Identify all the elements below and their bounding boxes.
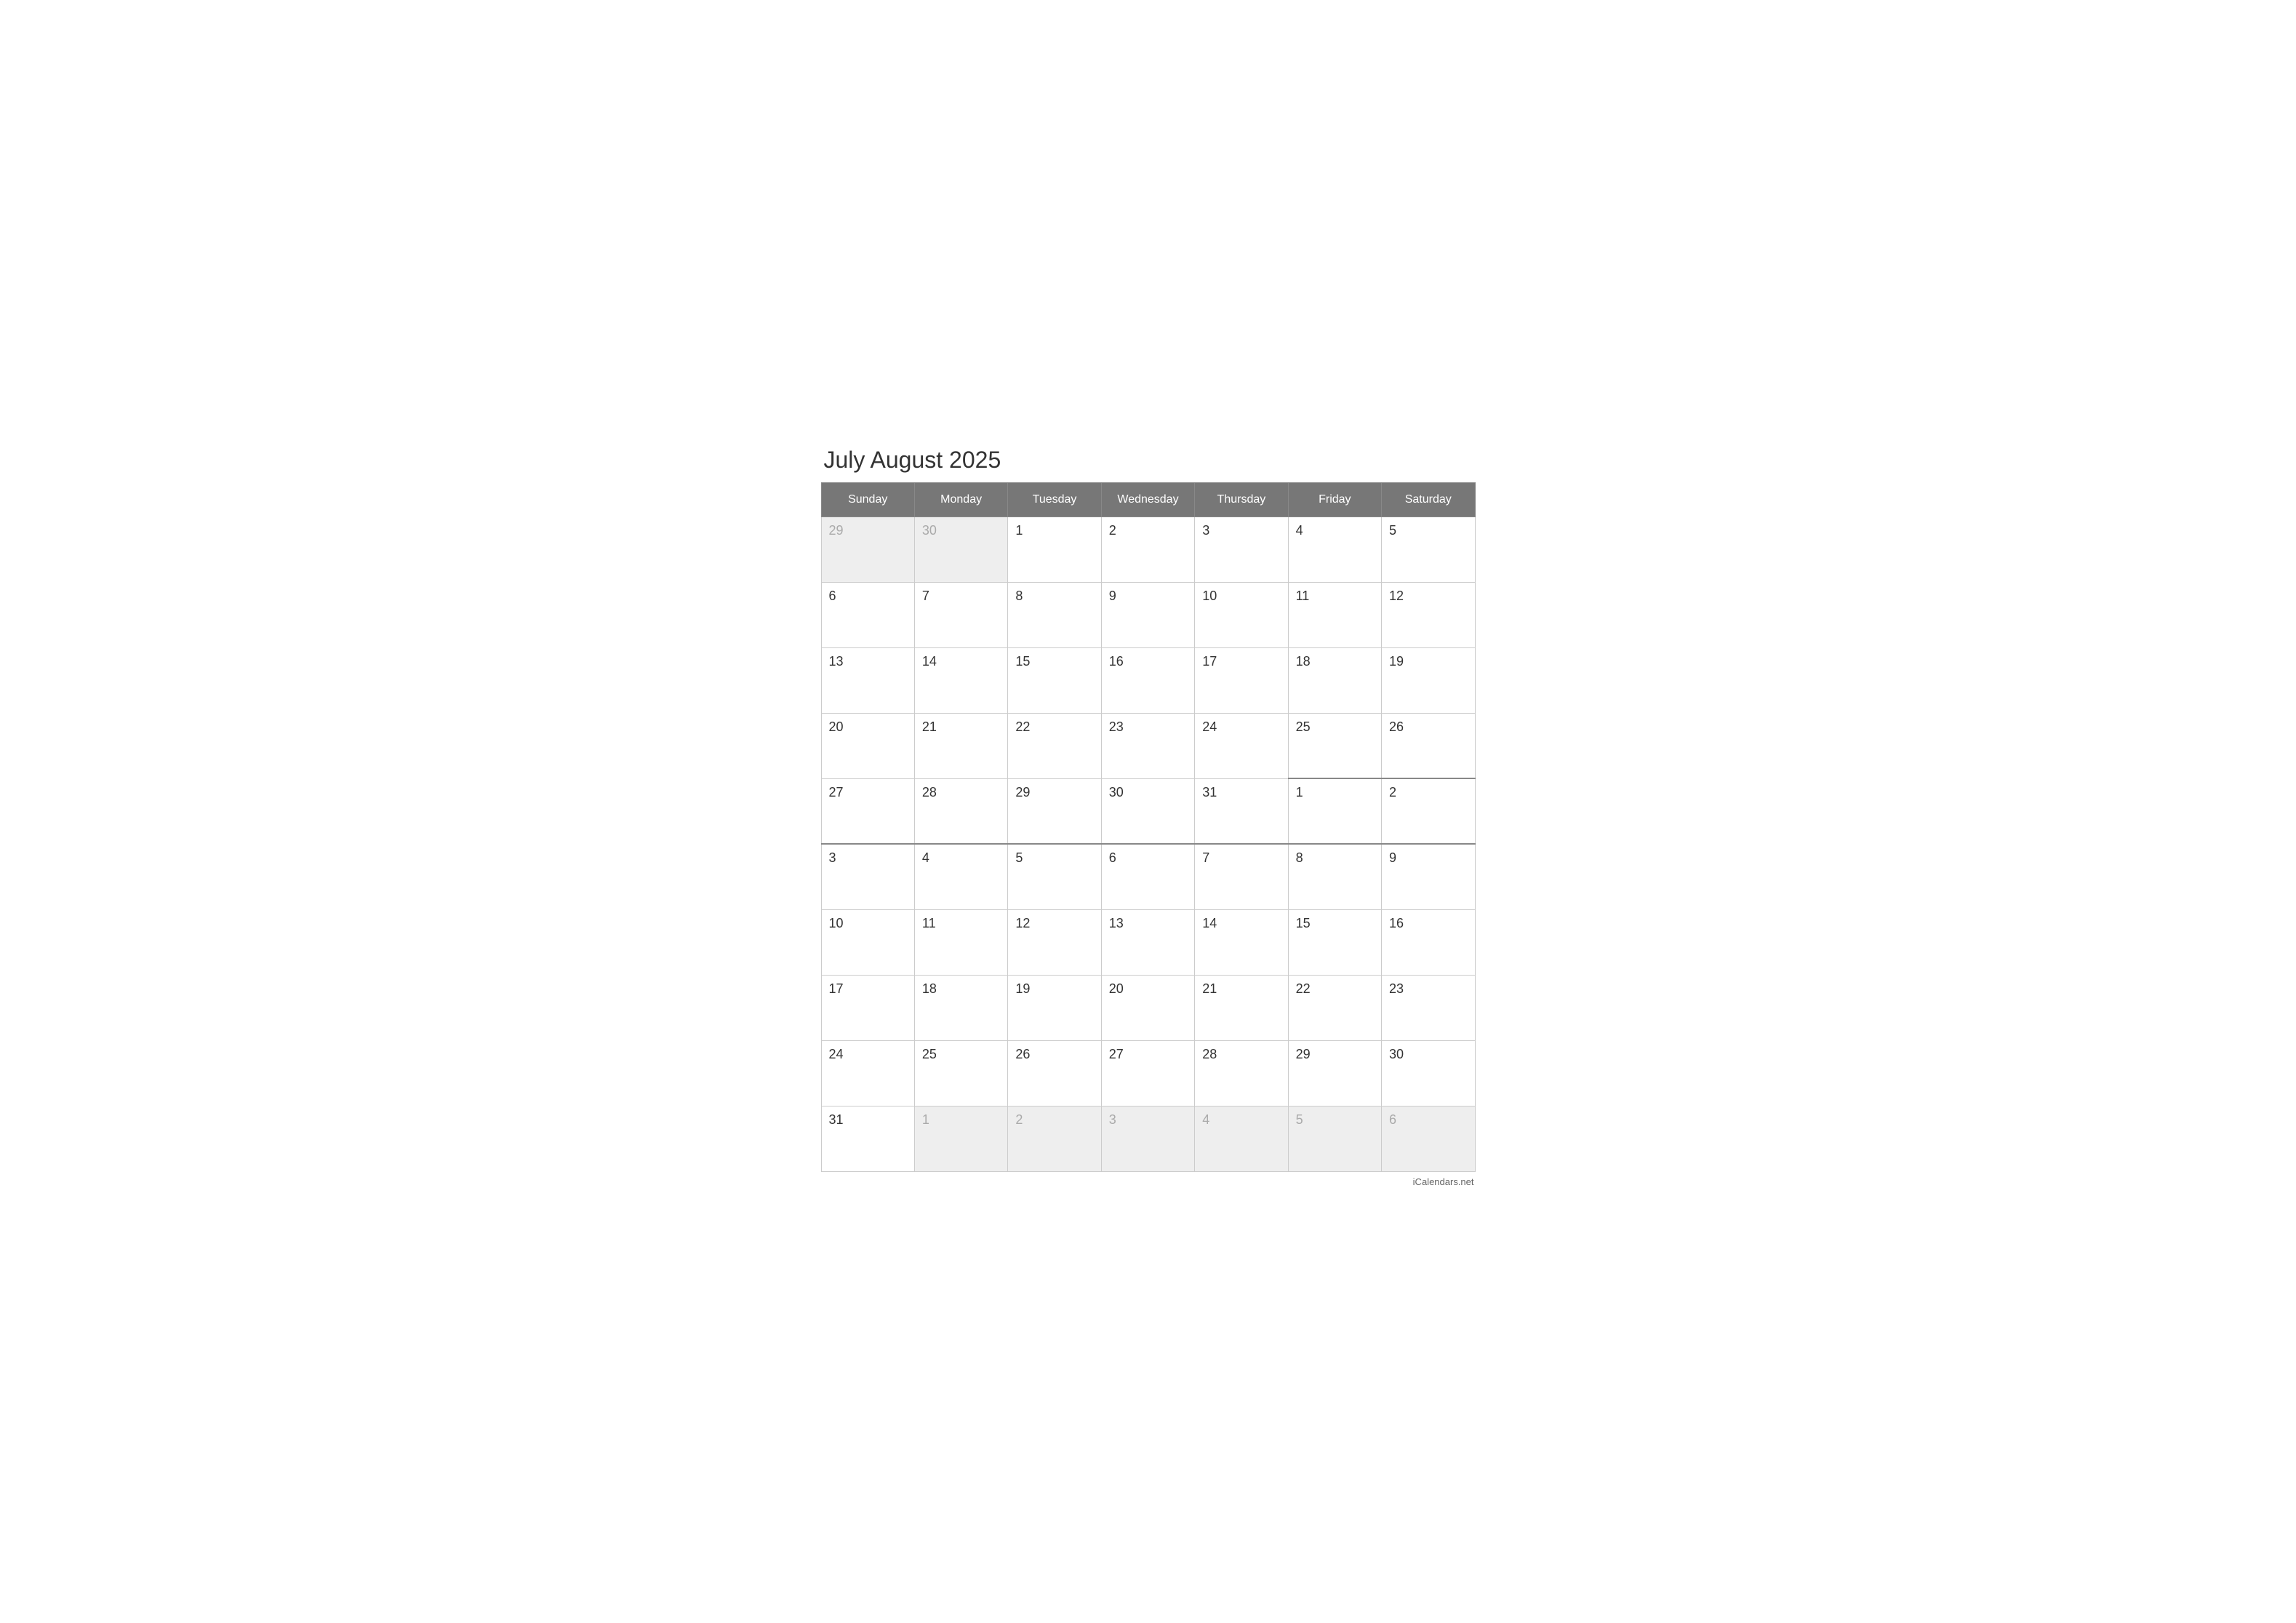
calendar-cell: 31 — [821, 1106, 914, 1171]
week-row: 24252627282930 — [821, 1040, 1475, 1106]
calendar-cell: 6 — [821, 582, 914, 647]
calendar-cell: 11 — [914, 909, 1007, 975]
header-row: SundayMondayTuesdayWednesdayThursdayFrid… — [821, 482, 1475, 517]
calendar-cell: 11 — [1288, 582, 1381, 647]
calendar-cell: 6 — [1382, 1106, 1475, 1171]
calendar-cell: 17 — [1195, 647, 1288, 713]
column-header-tuesday: Tuesday — [1008, 482, 1101, 517]
calendar-title: July August 2025 — [821, 435, 1476, 482]
calendar-container: July August 2025 SundayMondayTuesdayWedn… — [821, 435, 1476, 1189]
calendar-cell: 17 — [821, 975, 914, 1040]
calendar-cell: 24 — [821, 1040, 914, 1106]
calendar-cell: 12 — [1382, 582, 1475, 647]
calendar-cell: 16 — [1101, 647, 1194, 713]
calendar-cell: 19 — [1382, 647, 1475, 713]
calendar-cell: 30 — [1382, 1040, 1475, 1106]
calendar-table: SundayMondayTuesdayWednesdayThursdayFrid… — [821, 482, 1476, 1172]
calendar-cell: 15 — [1288, 909, 1381, 975]
calendar-cell: 25 — [914, 1040, 1007, 1106]
column-header-thursday: Thursday — [1195, 482, 1288, 517]
calendar-cell: 27 — [1101, 1040, 1194, 1106]
calendar-cell: 3 — [1195, 517, 1288, 582]
calendar-cell: 2 — [1008, 1106, 1101, 1171]
week-row: 3456789 — [821, 844, 1475, 909]
calendar-cell: 5 — [1382, 517, 1475, 582]
calendar-cell: 8 — [1288, 844, 1381, 909]
week-row: 31123456 — [821, 1106, 1475, 1171]
column-header-friday: Friday — [1288, 482, 1381, 517]
calendar-cell: 28 — [914, 778, 1007, 844]
calendar-body: 2930123456789101112131415161718192021222… — [821, 517, 1475, 1171]
calendar-cell: 13 — [821, 647, 914, 713]
calendar-cell: 10 — [821, 909, 914, 975]
calendar-cell: 4 — [914, 844, 1007, 909]
calendar-cell: 30 — [1101, 778, 1194, 844]
calendar-cell: 21 — [914, 713, 1007, 778]
calendar-cell: 18 — [914, 975, 1007, 1040]
column-header-wednesday: Wednesday — [1101, 482, 1194, 517]
calendar-cell: 5 — [1008, 844, 1101, 909]
calendar-cell: 15 — [1008, 647, 1101, 713]
calendar-cell: 14 — [914, 647, 1007, 713]
calendar-cell: 26 — [1008, 1040, 1101, 1106]
calendar-cell: 21 — [1195, 975, 1288, 1040]
calendar-cell: 29 — [1288, 1040, 1381, 1106]
calendar-cell: 31 — [1195, 778, 1288, 844]
calendar-cell: 20 — [821, 713, 914, 778]
week-row: 20212223242526 — [821, 713, 1475, 778]
calendar-cell: 23 — [1382, 975, 1475, 1040]
calendar-cell: 1 — [914, 1106, 1007, 1171]
calendar-cell: 26 — [1382, 713, 1475, 778]
calendar-cell: 16 — [1382, 909, 1475, 975]
week-row: 13141516171819 — [821, 647, 1475, 713]
calendar-cell: 3 — [821, 844, 914, 909]
calendar-cell: 12 — [1008, 909, 1101, 975]
calendar-cell: 7 — [914, 582, 1007, 647]
calendar-cell: 8 — [1008, 582, 1101, 647]
week-row: 293012345 — [821, 517, 1475, 582]
column-header-saturday: Saturday — [1382, 482, 1475, 517]
footer-credit: iCalendars.net — [821, 1172, 1476, 1189]
calendar-cell: 29 — [821, 517, 914, 582]
calendar-cell: 3 — [1101, 1106, 1194, 1171]
column-header-sunday: Sunday — [821, 482, 914, 517]
calendar-cell: 22 — [1008, 713, 1101, 778]
week-row: 10111213141516 — [821, 909, 1475, 975]
week-row: 6789101112 — [821, 582, 1475, 647]
calendar-cell: 20 — [1101, 975, 1194, 1040]
calendar-cell: 1 — [1288, 778, 1381, 844]
calendar-cell: 6 — [1101, 844, 1194, 909]
calendar-cell: 25 — [1288, 713, 1381, 778]
calendar-cell: 2 — [1382, 778, 1475, 844]
week-row: 272829303112 — [821, 778, 1475, 844]
calendar-cell: 9 — [1382, 844, 1475, 909]
column-header-monday: Monday — [914, 482, 1007, 517]
calendar-cell: 1 — [1008, 517, 1101, 582]
calendar-cell: 7 — [1195, 844, 1288, 909]
calendar-cell: 30 — [914, 517, 1007, 582]
calendar-cell: 23 — [1101, 713, 1194, 778]
calendar-cell: 27 — [821, 778, 914, 844]
calendar-cell: 13 — [1101, 909, 1194, 975]
calendar-cell: 10 — [1195, 582, 1288, 647]
calendar-cell: 14 — [1195, 909, 1288, 975]
calendar-cell: 4 — [1288, 517, 1381, 582]
calendar-cell: 28 — [1195, 1040, 1288, 1106]
calendar-cell: 22 — [1288, 975, 1381, 1040]
calendar-cell: 2 — [1101, 517, 1194, 582]
calendar-cell: 9 — [1101, 582, 1194, 647]
calendar-cell: 18 — [1288, 647, 1381, 713]
week-row: 17181920212223 — [821, 975, 1475, 1040]
calendar-cell: 19 — [1008, 975, 1101, 1040]
calendar-cell: 4 — [1195, 1106, 1288, 1171]
calendar-cell: 29 — [1008, 778, 1101, 844]
calendar-cell: 5 — [1288, 1106, 1381, 1171]
calendar-cell: 24 — [1195, 713, 1288, 778]
